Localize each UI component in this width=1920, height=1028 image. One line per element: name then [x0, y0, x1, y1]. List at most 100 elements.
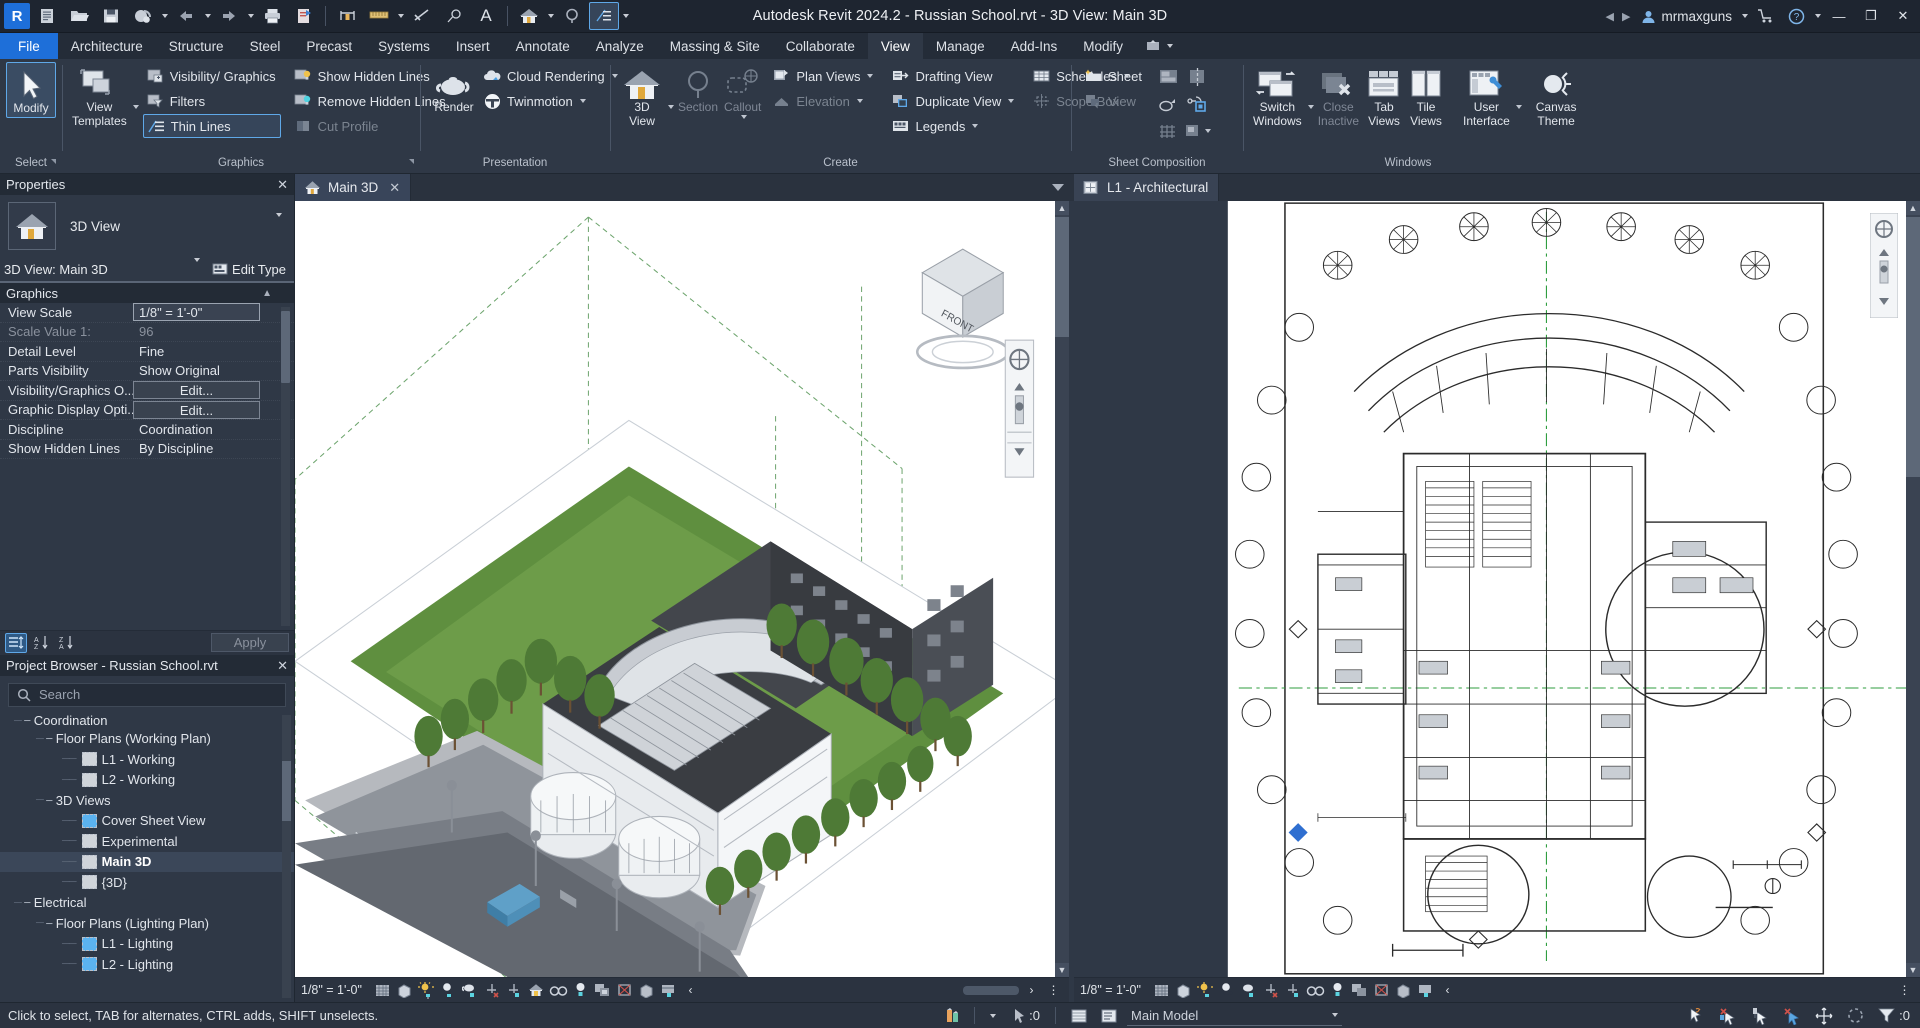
rendering-dialog-icon[interactable]: [1240, 981, 1259, 1000]
save-as-dropdown[interactable]: [160, 2, 169, 30]
properties-close-icon[interactable]: ✕: [277, 177, 288, 193]
select-links-toggle[interactable]: [1683, 1006, 1709, 1026]
switch-windows-dropdown[interactable]: [1307, 105, 1314, 126]
ribbon-tab-insert[interactable]: Insert: [443, 33, 503, 59]
sort-descending-icon[interactable]: ZA: [55, 633, 77, 653]
property-value[interactable]: By Discipline: [133, 441, 294, 456]
tree-item-experimental[interactable]: ── Experimental: [0, 831, 294, 852]
scroll-up-icon[interactable]: ▲: [1055, 201, 1069, 215]
switch-windows-button[interactable]: Switch Windows: [1251, 62, 1304, 130]
canvas-theme-button[interactable]: Canvas Theme: [1534, 62, 1579, 130]
tree-item-l2-working[interactable]: ── L2 - Working: [0, 770, 294, 791]
property-row-discipline[interactable]: Discipline Coordination: [0, 420, 294, 440]
back-arrow-icon[interactable]: ◀: [1603, 10, 1617, 23]
legends-dropdown[interactable]: [972, 124, 979, 128]
view-scale-label-plan[interactable]: 1/8" = 1'-0": [1080, 983, 1141, 997]
property-value[interactable]: Show Original: [133, 363, 294, 378]
help-dropdown[interactable]: [1813, 2, 1822, 30]
temporary-hide-isolate-icon[interactable]: [549, 981, 568, 1000]
redo-icon[interactable]: [214, 2, 244, 30]
aligned-dimension-icon[interactable]: [364, 2, 394, 30]
tree-item-l2-lighting[interactable]: ── L2 - Lighting: [0, 954, 294, 975]
tag-icon[interactable]: [439, 2, 469, 30]
canvas-3d-vertical-scrollbar[interactable]: ▲ ▼: [1055, 201, 1069, 977]
reveal-constraints-icon[interactable]: [659, 981, 678, 1000]
view-templates-dropdown[interactable]: [132, 105, 139, 126]
save-as-icon[interactable]: [128, 2, 158, 30]
canvas-3d-view[interactable]: FRONT ▲ ▼: [295, 201, 1069, 977]
view-resize-grip[interactable]: ⋮: [1895, 981, 1914, 1000]
view-control-next-icon[interactable]: ›: [1022, 981, 1041, 1000]
property-row-parts-visibility[interactable]: Parts Visibility Show Original: [0, 362, 294, 381]
matchline-icon[interactable]: [1184, 64, 1212, 90]
properties-instance-selector[interactable]: 3D View: Main 3D Edit Type: [0, 257, 294, 283]
sort-ascending-icon[interactable]: AZ: [30, 633, 52, 653]
viewport-icon[interactable]: [1184, 118, 1212, 144]
ribbon-tab-extension[interactable]: [1136, 33, 1181, 59]
tree-group-floor-plans-working[interactable]: ─ − Floor Plans (Working Plan): [0, 729, 294, 750]
property-row-graphic-display-options[interactable]: Graphic Display Opti... Edit...: [0, 400, 294, 420]
tree-item-main-3d[interactable]: ── Main 3D: [0, 851, 294, 872]
highlight-displacement-sets-icon[interactable]: [637, 981, 656, 1000]
shadows-icon[interactable]: [439, 981, 458, 1000]
view-control-slider[interactable]: [963, 985, 1019, 995]
sun-path-icon[interactable]: [1196, 981, 1215, 1000]
crop-view-icon[interactable]: [1262, 981, 1281, 1000]
3d-view-dropdown-ribbon[interactable]: [668, 105, 674, 126]
ribbon-tab-collaborate[interactable]: Collaborate: [773, 33, 868, 59]
ribbon-tab-structure[interactable]: Structure: [156, 33, 237, 59]
ribbon-tab-view[interactable]: View: [867, 33, 923, 59]
detail-level-icon[interactable]: [373, 981, 392, 1000]
tree-item-3d-default[interactable]: ── {3D}: [0, 872, 294, 893]
exclude-options-count[interactable]: :0: [1006, 1006, 1044, 1026]
visibility-graphics-button[interactable]: Visibility/ Graphics: [143, 64, 281, 88]
view-control-expand-icon[interactable]: ‹: [1438, 981, 1457, 1000]
user-menu-dropdown[interactable]: [1740, 2, 1749, 30]
ribbon-tab-massing-site[interactable]: Massing & Site: [657, 33, 773, 59]
callout-dropdown[interactable]: [740, 115, 747, 119]
project-browser-search[interactable]: Search: [8, 682, 286, 707]
forward-arrow-icon[interactable]: ▶: [1619, 10, 1633, 23]
sheet-button[interactable]: Sheet: [1081, 64, 1147, 88]
properties-group-collapse-icon[interactable]: ▲: [262, 288, 272, 299]
thin-lines-button[interactable]: Thin Lines: [142, 114, 281, 138]
project-browser-scrollbar-thumb[interactable]: [282, 760, 291, 821]
select-pinned-toggle[interactable]: [1747, 1006, 1773, 1026]
filters-button[interactable]: Filters: [143, 89, 281, 113]
minimize-button[interactable]: —: [1824, 0, 1854, 33]
text-icon[interactable]: A: [471, 2, 501, 30]
maximize-button[interactable]: ❐: [1856, 0, 1886, 33]
tree-group-coordination[interactable]: ─ − Coordination: [0, 713, 294, 729]
help-button[interactable]: ?: [1782, 2, 1811, 30]
property-value-edit-button[interactable]: Edit...: [133, 400, 260, 419]
thin-lines-icon[interactable]: [589, 2, 619, 30]
graphics-panel-dialog-launcher[interactable]: [409, 159, 414, 164]
measure-line-icon[interactable]: [407, 2, 437, 30]
drag-elements-toggle[interactable]: [1811, 1006, 1837, 1026]
scroll-down-icon[interactable]: ▼: [1906, 963, 1920, 977]
twinmotion-button[interactable]: Twinmotion: [480, 89, 623, 113]
ribbon-tab-steel[interactable]: Steel: [237, 33, 294, 59]
guide-grid-icon[interactable]: [1155, 118, 1183, 144]
view-control-expand-icon[interactable]: ‹: [681, 981, 700, 1000]
highlight-displacement-sets-icon[interactable]: [1394, 981, 1413, 1000]
collapse-icon[interactable]: −: [43, 731, 56, 746]
duplicate-view-button[interactable]: Duplicate View: [888, 89, 1019, 113]
canvas-plan-scroll-thumb[interactable]: [1906, 217, 1920, 477]
ribbon-tab-file[interactable]: File: [0, 33, 58, 59]
user-interface-dropdown[interactable]: [1515, 105, 1522, 126]
property-value-edit-button[interactable]: Edit...: [133, 381, 260, 400]
view-tab-main-3d[interactable]: Main 3D ✕: [295, 174, 412, 201]
properties-scrollbar-thumb[interactable]: [281, 311, 290, 383]
section-icon[interactable]: [557, 2, 587, 30]
filter-selection-button[interactable]: :0: [1874, 1006, 1914, 1026]
show-crop-region-icon[interactable]: [505, 981, 524, 1000]
project-browser-scrollbar[interactable]: [282, 714, 291, 998]
print-icon[interactable]: [257, 2, 287, 30]
property-row-show-hidden-lines[interactable]: Show Hidden Lines By Discipline: [0, 440, 294, 459]
default-3d-view-icon[interactable]: [514, 2, 544, 30]
view-resize-grip[interactable]: ⋮: [1044, 981, 1063, 1000]
show-analytical-model-icon[interactable]: [615, 981, 634, 1000]
show-crop-region-icon[interactable]: [1284, 981, 1303, 1000]
undo-dropdown[interactable]: [203, 2, 212, 30]
